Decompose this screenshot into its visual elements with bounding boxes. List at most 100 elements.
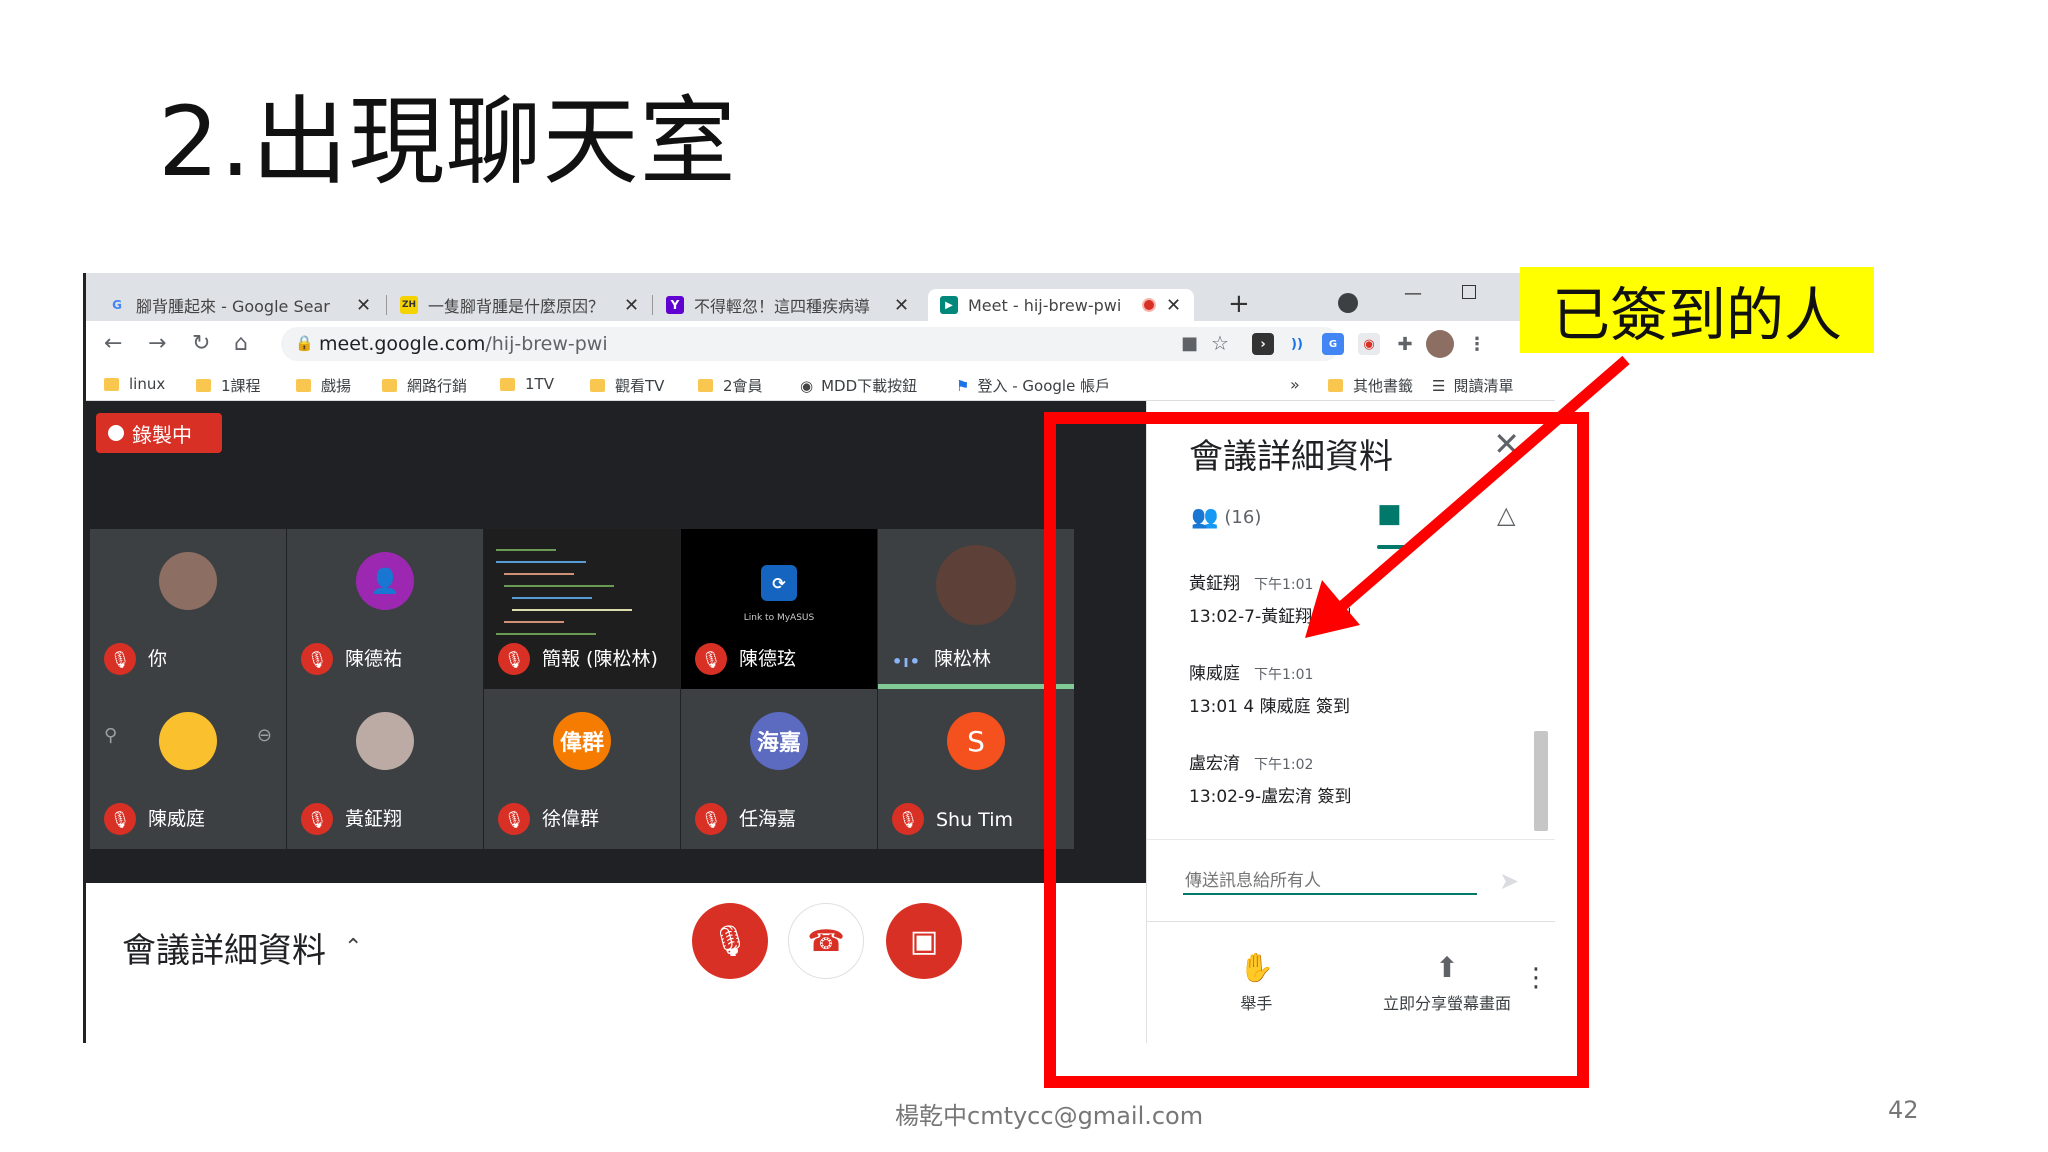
close-icon[interactable]: ✕: [1166, 295, 1181, 316]
avatar: [936, 545, 1016, 625]
bookmark-item[interactable]: 1TV: [500, 375, 554, 393]
menu-dots-icon[interactable]: ⋮: [1466, 333, 1488, 355]
home-icon[interactable]: ⌂: [234, 331, 248, 356]
footer-email: 楊乾中cmtycc@gmail.com: [895, 1102, 1204, 1130]
bookmark-item[interactable]: 1課程: [196, 375, 261, 396]
bookmark-item[interactable]: 2會員: [698, 375, 763, 396]
profile-avatar[interactable]: [1426, 330, 1454, 358]
tab-search-icon[interactable]: [1338, 293, 1358, 313]
bookmark-item[interactable]: linux: [104, 375, 165, 393]
remove-icon[interactable]: ⊖: [257, 725, 272, 746]
yahoo-icon: Y: [666, 296, 684, 314]
mic-off-icon: 🎙: [695, 803, 727, 835]
folder-icon: [296, 379, 311, 392]
tab-label: 一隻腳背腫是什麼原因？: [428, 297, 605, 316]
slide-title: 2.出現聊天室: [158, 86, 737, 198]
mic-off-icon: 🎙: [695, 643, 727, 675]
folder-icon: [698, 379, 713, 392]
avatar: [159, 712, 217, 770]
tab-meet[interactable]: ▶ Meet - hij-brew-pwi ✕: [928, 289, 1194, 321]
participant-name: 任海嘉: [739, 808, 797, 830]
extension-face-icon[interactable]: ◉: [1358, 333, 1380, 355]
participant-tile[interactable]: 海嘉 🎙 任海嘉: [681, 689, 877, 849]
tab-yahoo[interactable]: Y 不得輕忽！這四種疾病導 ✕: [666, 289, 916, 321]
meet-controls: 會議詳細資料 ⌃ 🎙 ☎ ▣: [86, 883, 1146, 1043]
close-icon[interactable]: ✕: [356, 295, 371, 316]
tab-zh[interactable]: ZH 一隻腳背腫是什麼原因？ ✕: [400, 289, 644, 321]
participant-name: Shu Tim: [936, 809, 1013, 831]
minimize-icon[interactable]: —: [1404, 283, 1422, 304]
pin-icon[interactable]: ⚲: [104, 725, 117, 746]
globe-icon: ◉: [800, 376, 814, 395]
extension-icon[interactable]: ›: [1252, 333, 1274, 355]
recording-dot-icon: [1142, 298, 1156, 312]
forward-icon[interactable]: →: [148, 331, 166, 356]
mic-off-icon: 🎙: [301, 643, 333, 675]
bookmark-other[interactable]: 其他書籤: [1328, 375, 1413, 396]
bookmark-item[interactable]: 網路行銷: [382, 375, 467, 396]
participant-name: 陳德玹: [739, 648, 797, 670]
bookmark-item[interactable]: ⚑ 登入 - Google 帳戶: [956, 375, 1110, 396]
avatar-initials: 海嘉: [750, 712, 808, 770]
participant-tile[interactable]: ⚲ ⊖ 🎙 陳威庭: [90, 689, 286, 849]
tab-separator: [386, 295, 387, 315]
meet-stage: 錄製中 🎙 你 👤 🎙 陳德祐 🎙 簡報 (陳松林) ⟳ Link to MyA…: [86, 401, 1146, 883]
tab-google-search[interactable]: G 腳背腫起來 - Google Sear ✕: [108, 289, 378, 321]
participant-tile[interactable]: ⟳ Link to MyASUS 🎙 陳德玹: [681, 529, 877, 689]
bookmark-item[interactable]: 觀看TV: [590, 375, 664, 396]
recording-badge: 錄製中: [96, 413, 222, 453]
participant-name: 黃鉦翔: [345, 808, 403, 830]
bookmark-item[interactable]: 戲揚: [296, 375, 351, 396]
avatar: [356, 712, 414, 770]
close-icon[interactable]: ✕: [894, 295, 909, 316]
url-omnibox[interactable]: 🔒 meet.google.com/hij-brew-pwi ■ ☆: [281, 327, 1341, 361]
person-avatar-icon: 👤: [356, 552, 414, 610]
participant-tile[interactable]: 偉群 🎙 徐偉群: [484, 689, 680, 849]
link-to-myasus-caption: Link to MyASUS: [743, 613, 815, 623]
bookmarks-overflow[interactable]: »: [1290, 375, 1300, 394]
extensions-puzzle-icon[interactable]: ✚: [1394, 333, 1416, 355]
avatar-initials: 偉群: [553, 712, 611, 770]
bookmark-item[interactable]: ◉ MDD下載按鈕: [800, 375, 917, 396]
new-tab-button[interactable]: +: [1228, 289, 1250, 319]
tab-label: Meet - hij-brew-pwi: [968, 295, 1122, 315]
leave-call-button[interactable]: ☎: [788, 903, 864, 979]
mic-off-icon: 🎙: [498, 643, 530, 675]
camera-icon[interactable]: ■: [1181, 333, 1198, 354]
camera-off-button[interactable]: ▣: [886, 903, 962, 979]
participant-tile[interactable]: 🎙 你: [90, 529, 286, 689]
reload-icon[interactable]: ↻: [192, 331, 210, 356]
mic-off-icon: 🎙: [892, 803, 924, 835]
meeting-details-button[interactable]: 會議詳細資料 ⌃: [122, 923, 362, 972]
translate-icon[interactable]: G: [1322, 333, 1344, 355]
reading-list[interactable]: ☰ 閱讀清單: [1432, 375, 1513, 396]
tab-bar: G 腳背腫起來 - Google Sear ✕ ZH 一隻腳背腫是什麼原因？ ✕…: [86, 273, 1555, 321]
participant-tile[interactable]: 👤 🎙 陳德祐: [287, 529, 483, 689]
mic-off-button[interactable]: 🎙: [692, 903, 768, 979]
tab-label: 不得輕忽！這四種疾病導: [694, 297, 871, 316]
avatar-initials: S: [947, 712, 1005, 770]
callout-label: 已簽到的人: [1520, 267, 1874, 353]
close-icon[interactable]: ✕: [624, 295, 639, 316]
folder-icon: [196, 379, 211, 392]
participant-name: 簡報 (陳松林): [542, 648, 658, 670]
maximize-icon[interactable]: [1462, 285, 1476, 299]
mic-off-icon: 🎙: [104, 803, 136, 835]
google-flag-icon: ⚑: [956, 376, 970, 395]
reading-list-icon: ☰: [1432, 376, 1446, 395]
mic-off-icon: 🎙: [498, 803, 530, 835]
folder-icon: [590, 379, 605, 392]
extension-audio-icon[interactable]: )): [1286, 333, 1308, 355]
bookmark-star-icon[interactable]: ☆: [1211, 331, 1229, 355]
zh-icon: ZH: [400, 296, 418, 314]
chevron-up-icon: ⌃: [344, 935, 363, 960]
meet-icon: ▶: [940, 296, 958, 314]
address-bar: ← → ↻ ⌂ 🔒 meet.google.com/hij-brew-pwi ■…: [86, 321, 1555, 367]
folder-icon: [1328, 379, 1343, 392]
participant-tile[interactable]: 🎙 黃鉦翔: [287, 689, 483, 849]
meeting-details-label: 會議詳細資料: [122, 931, 326, 971]
back-icon[interactable]: ←: [104, 331, 122, 356]
tab-separator: [652, 295, 653, 315]
screen-share-tile[interactable]: 🎙 簡報 (陳松林): [484, 529, 680, 689]
avatar: [159, 552, 217, 610]
